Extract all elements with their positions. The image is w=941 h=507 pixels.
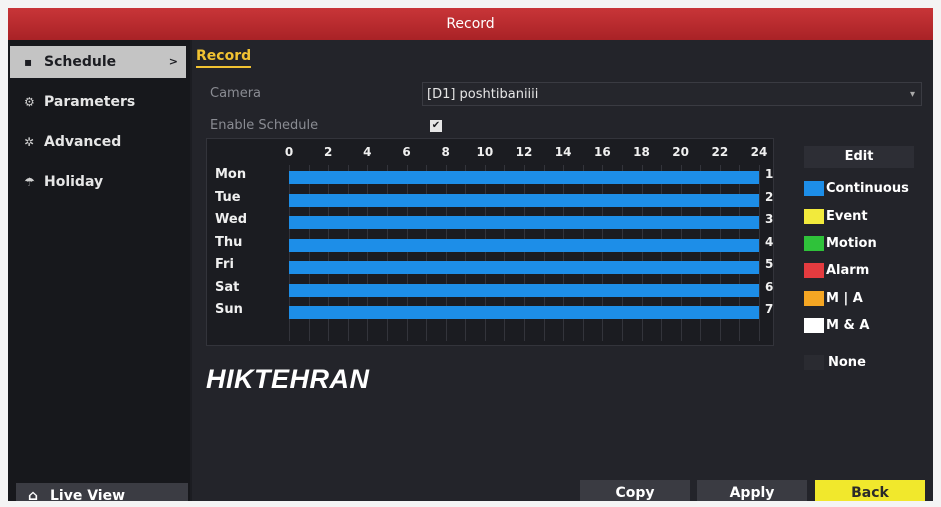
row-number: 5: [765, 257, 774, 271]
legend-swatch: [804, 318, 824, 333]
copy-button[interactable]: Copy: [580, 480, 690, 501]
sidebar-item-label: Advanced: [44, 134, 122, 150]
main-panel: Record Camera [D1] poshtibaniiii ▾ Enabl…: [192, 40, 933, 501]
chevron-right-icon: >: [168, 55, 178, 68]
tab-record[interactable]: Record: [196, 48, 252, 68]
sidebar-item-holiday[interactable]: ☂ Holiday: [10, 166, 186, 198]
legend-label: Event: [826, 209, 868, 224]
hour-label: 22: [711, 145, 729, 159]
enable-schedule-label: Enable Schedule: [210, 118, 319, 133]
schedule-bar[interactable]: [289, 216, 759, 229]
back-button[interactable]: Back: [815, 480, 925, 501]
day-label: Wed: [215, 212, 247, 227]
schedule-bar[interactable]: [289, 193, 759, 207]
hour-label: 20: [672, 145, 689, 159]
legend-swatch: [804, 209, 824, 224]
schedule-bar[interactable]: [289, 283, 759, 297]
sidebar: ▪ Schedule > ⚙ Parameters ✲ Advanced ☂ H…: [8, 40, 190, 501]
schedule-bar[interactable]: [289, 306, 759, 319]
day-label: Fri: [215, 257, 234, 272]
hour-label: 14: [554, 145, 572, 159]
sidebar-item-parameters[interactable]: ⚙ Parameters: [10, 86, 186, 118]
day-label: Tue: [215, 189, 241, 205]
camera-value: [D1] poshtibaniiii: [427, 87, 539, 102]
dropdown-arrow-icon: ▾: [909, 89, 915, 100]
hour-label: 12: [515, 145, 533, 159]
row-number: 3: [765, 212, 774, 226]
hour-label: 10: [476, 145, 494, 159]
window-title: Record: [8, 8, 933, 40]
record-screen: Record ▪ Schedule > ⚙ Parameters ✲ Advan…: [8, 8, 933, 501]
hour-label: 0: [284, 145, 294, 159]
row-number: 1: [765, 167, 774, 181]
umbrella-icon: ☂: [24, 175, 35, 189]
grid-line: [759, 165, 760, 341]
camera-select[interactable]: [D1] poshtibaniiii ▾: [422, 82, 922, 106]
sidebar-item-advanced[interactable]: ✲ Advanced: [10, 126, 186, 158]
camera-label: Camera: [210, 86, 262, 101]
hour-label: 8: [441, 145, 450, 159]
watermark-logo: HIKTEHRAN: [206, 364, 370, 394]
schedule-bar[interactable]: [289, 238, 759, 252]
enable-schedule-checkbox[interactable]: ✔: [430, 120, 442, 132]
sidebar-item-schedule[interactable]: ▪ Schedule >: [10, 46, 186, 78]
schedule-bar[interactable]: [289, 261, 759, 274]
square-icon: ▪: [24, 55, 33, 69]
row-number: 4: [765, 234, 774, 249]
legend-swatch: [804, 291, 824, 306]
hour-label: 24: [750, 145, 768, 159]
legend-label: M & A: [826, 318, 870, 333]
sidebar-item-label: Parameters: [44, 94, 136, 110]
home-icon: ⌂: [28, 488, 39, 501]
apply-button[interactable]: Apply: [697, 480, 807, 501]
gear-wrench-icon: ✲: [24, 135, 35, 149]
schedule-grid[interactable]: 0 2 4 6 8 10 12 14 16 18 20 22 24 Mon 1 Tue 2 Wed 3 Thu 4 Fri…: [206, 138, 774, 346]
day-label: Mon: [215, 167, 247, 182]
sidebar-item-label: Schedule: [44, 54, 117, 70]
day-label: Sun: [215, 302, 243, 317]
legend-label: Motion: [826, 236, 877, 251]
day-label: Sat: [215, 279, 240, 295]
gear-icon: ⚙: [24, 95, 35, 109]
schedule-bar[interactable]: [289, 171, 759, 184]
legend-label: Alarm: [826, 263, 870, 278]
row-number: 2: [765, 189, 774, 204]
row-number: 7: [765, 302, 774, 316]
hour-label: 4: [363, 145, 372, 159]
row-number: 6: [765, 279, 774, 294]
hour-label: 6: [402, 145, 411, 159]
live-view-button[interactable]: ⌂ Live View: [16, 483, 188, 501]
hour-label: 16: [593, 145, 611, 159]
legend-swatch: [804, 236, 824, 251]
edit-button[interactable]: Edit: [804, 146, 914, 168]
hour-label: 18: [633, 145, 650, 159]
legend-label: None: [828, 355, 866, 370]
legend-swatch: [804, 355, 824, 370]
legend-label: Continuous: [826, 181, 909, 196]
hour-label: 2: [323, 145, 333, 159]
legend-swatch: [804, 181, 824, 196]
legend-swatch: [804, 263, 824, 278]
sidebar-item-label: Holiday: [44, 174, 104, 190]
day-label: Thu: [215, 234, 243, 250]
legend-label: M | A: [826, 291, 863, 306]
live-view-label: Live View: [50, 488, 126, 501]
